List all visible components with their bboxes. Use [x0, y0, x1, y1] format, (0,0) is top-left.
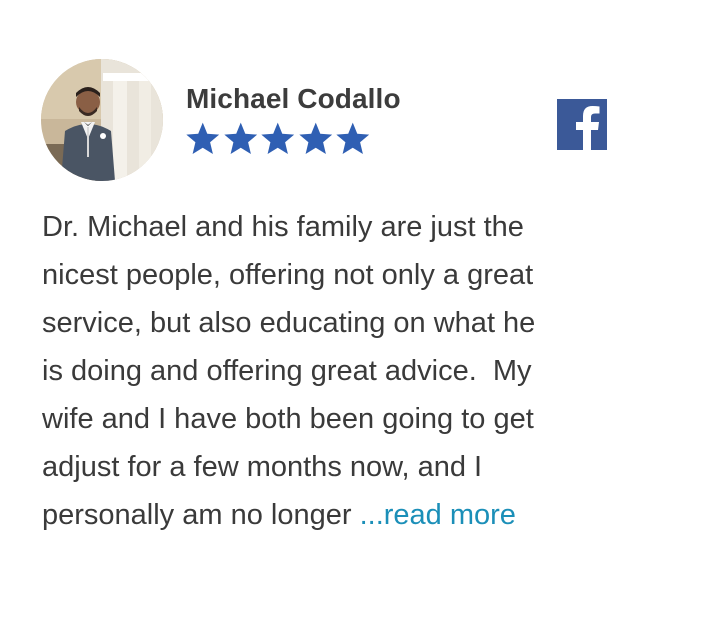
- review-text: Dr. Michael and his family are just the …: [42, 203, 622, 539]
- read-more-link[interactable]: ...read more: [360, 499, 516, 531]
- reviewer-avatar: [41, 59, 163, 181]
- review-line: is doing and offering great advice. My: [42, 355, 532, 387]
- review-line: adjust for a few months now, and I: [42, 451, 483, 483]
- reviewer-name: Michael Codallo: [186, 83, 401, 114]
- star-icon: [186, 122, 220, 154]
- review-line: Dr. Michael and his family are just the: [42, 211, 524, 243]
- star-icon: [336, 122, 370, 154]
- review-line: personally am no longer: [42, 499, 360, 531]
- star-rating: [184, 120, 372, 158]
- review-line: nicest people, offering not only a great: [42, 259, 534, 291]
- star-icon: [223, 122, 257, 154]
- review-card: Michael Codallo Dr. Michael and his fami…: [0, 0, 703, 621]
- review-line: wife and I have both been going to get: [42, 403, 534, 435]
- review-line: service, but also educating on what he: [42, 307, 536, 339]
- star-icon: [261, 122, 295, 154]
- avatar-photo: [41, 59, 163, 181]
- star-icon: [298, 122, 332, 154]
- facebook-icon[interactable]: [557, 99, 607, 150]
